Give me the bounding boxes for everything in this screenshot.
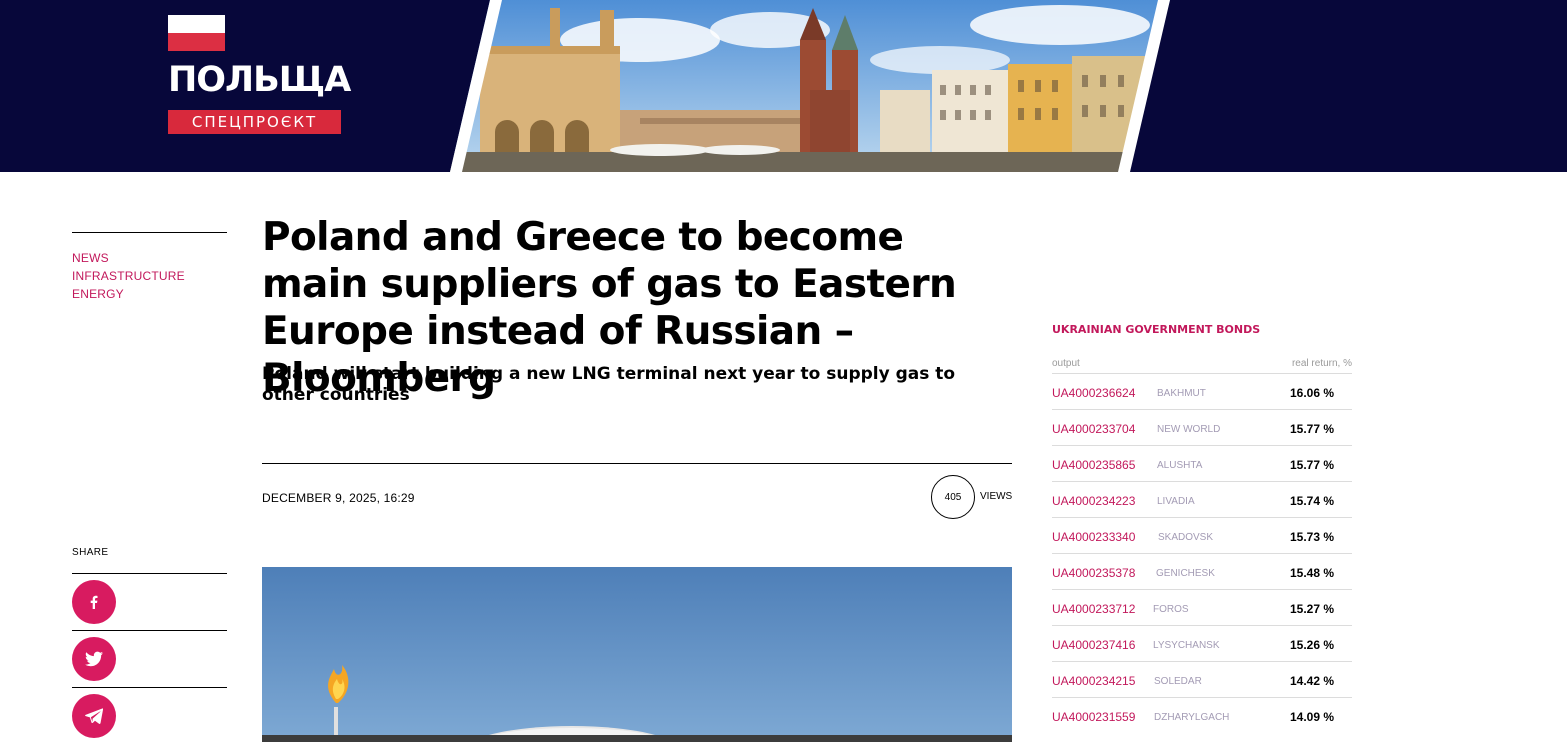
bond-code: UA4000237416 xyxy=(1052,638,1136,652)
tag-infrastructure[interactable]: INFRASTRUCTURE xyxy=(72,267,185,285)
bond-return: 14.42 % xyxy=(1290,674,1335,688)
telegram-share-button[interactable] xyxy=(72,694,116,738)
krakow-square-photo xyxy=(450,0,1170,172)
bond-row[interactable]: UA4000235378 GENICHESK 15.48 % xyxy=(1052,553,1352,589)
bond-row[interactable]: UA4000235865 ALUSHTA 15.77 % xyxy=(1052,445,1352,481)
bond-return: 15.26 % xyxy=(1290,638,1335,652)
facebook-icon xyxy=(90,595,98,609)
bond-city: BAKHMUT xyxy=(1157,388,1206,399)
bonds-col-output: output xyxy=(1052,358,1080,369)
bond-return: 16.06 % xyxy=(1290,386,1335,400)
views-label: VIEWS xyxy=(980,491,1013,502)
bond-row[interactable]: UA4000231559 DZHARYLGACH 14.09 % xyxy=(1052,697,1352,733)
bond-city: LYSYCHANSK xyxy=(1153,640,1220,651)
share-divider xyxy=(72,630,227,631)
bond-code: UA4000236624 xyxy=(1052,386,1136,400)
bond-code: UA4000234223 xyxy=(1052,494,1136,508)
bond-row[interactable]: UA4000233340 SKADOVSK 15.73 % xyxy=(1052,517,1352,553)
tag-energy[interactable]: ENERGY xyxy=(72,285,185,303)
twitter-share-button[interactable] xyxy=(72,637,116,681)
lng-terminal-photo xyxy=(262,567,1012,742)
share-label: SHARE xyxy=(72,547,109,558)
meta-divider xyxy=(262,463,1012,464)
bond-city: GENICHESK xyxy=(1156,568,1215,579)
article-subtitle: Poland will start building a new LNG ter… xyxy=(262,364,956,405)
bond-row[interactable]: UA4000236624 BAKHMUT 16.06 % xyxy=(1052,373,1352,409)
article-tags: NEWS INFRASTRUCTURE ENERGY xyxy=(72,249,185,303)
bond-code: UA4000235378 xyxy=(1052,566,1136,580)
banner-tag: СПЕЦПРОЄКТ xyxy=(168,110,341,134)
bond-code: UA4000233704 xyxy=(1052,422,1136,436)
banner-title: ПОЛЬЩА xyxy=(168,60,351,100)
telegram-icon xyxy=(85,708,103,724)
bond-return: 15.74 % xyxy=(1290,494,1335,508)
bond-code: UA4000234215 xyxy=(1052,674,1136,688)
bond-row[interactable]: UA4000237416 LYSYCHANSK 15.26 % xyxy=(1052,625,1352,661)
bond-row[interactable]: UA4000233704 NEW WORLD 15.77 % xyxy=(1052,409,1352,445)
bond-return: 15.48 % xyxy=(1290,566,1335,580)
bond-return: 14.09 % xyxy=(1290,710,1335,724)
bond-code: UA4000235865 xyxy=(1052,458,1136,472)
bonds-header: output real return, % xyxy=(1052,358,1352,374)
bond-city: ALUSHTA xyxy=(1157,460,1203,471)
bond-code: UA4000231559 xyxy=(1052,710,1136,724)
bond-city: LIVADIA xyxy=(1157,496,1195,507)
bond-row[interactable]: UA4000234215 SOLEDAR 14.42 % xyxy=(1052,661,1352,697)
bond-city: DZHARYLGACH xyxy=(1154,712,1230,723)
bond-city: SKADOVSK xyxy=(1158,532,1214,543)
bond-city: SOLEDAR xyxy=(1154,676,1202,687)
bonds-col-return: real return, % xyxy=(1291,358,1352,369)
article-date: DECEMBER 9, 2025, 16:29 xyxy=(262,491,415,505)
tag-news[interactable]: NEWS xyxy=(72,249,185,267)
share-divider xyxy=(72,573,227,574)
bond-return: 15.73 % xyxy=(1290,530,1335,544)
bond-code: UA4000233340 xyxy=(1052,530,1136,544)
bond-return: 15.77 % xyxy=(1290,458,1335,472)
facebook-share-button[interactable] xyxy=(72,580,116,624)
bond-return: 15.77 % xyxy=(1290,422,1335,436)
views-count: 405 xyxy=(931,475,975,519)
tags-divider xyxy=(72,232,227,233)
twitter-icon xyxy=(85,651,103,667)
special-project-banner[interactable]: ПОЛЬЩА СПЕЦПРОЄКТ xyxy=(0,0,1567,172)
bond-row[interactable]: UA4000233712 FOROS 15.27 % xyxy=(1052,589,1352,625)
share-divider xyxy=(72,687,227,688)
poland-flag-icon xyxy=(168,15,225,51)
bonds-title[interactable]: UKRAINIAN GOVERNMENT BONDS xyxy=(1052,323,1260,336)
bond-city: FOROS xyxy=(1153,604,1189,615)
bond-city: NEW WORLD xyxy=(1157,424,1221,435)
bond-return: 15.27 % xyxy=(1290,602,1335,616)
bond-row[interactable]: UA4000234223 LIVADIA 15.74 % xyxy=(1052,481,1352,517)
bonds-table: UA4000236624 BAKHMUT 16.06 % UA400023370… xyxy=(1052,373,1352,733)
bond-code: UA4000233712 xyxy=(1052,602,1136,616)
